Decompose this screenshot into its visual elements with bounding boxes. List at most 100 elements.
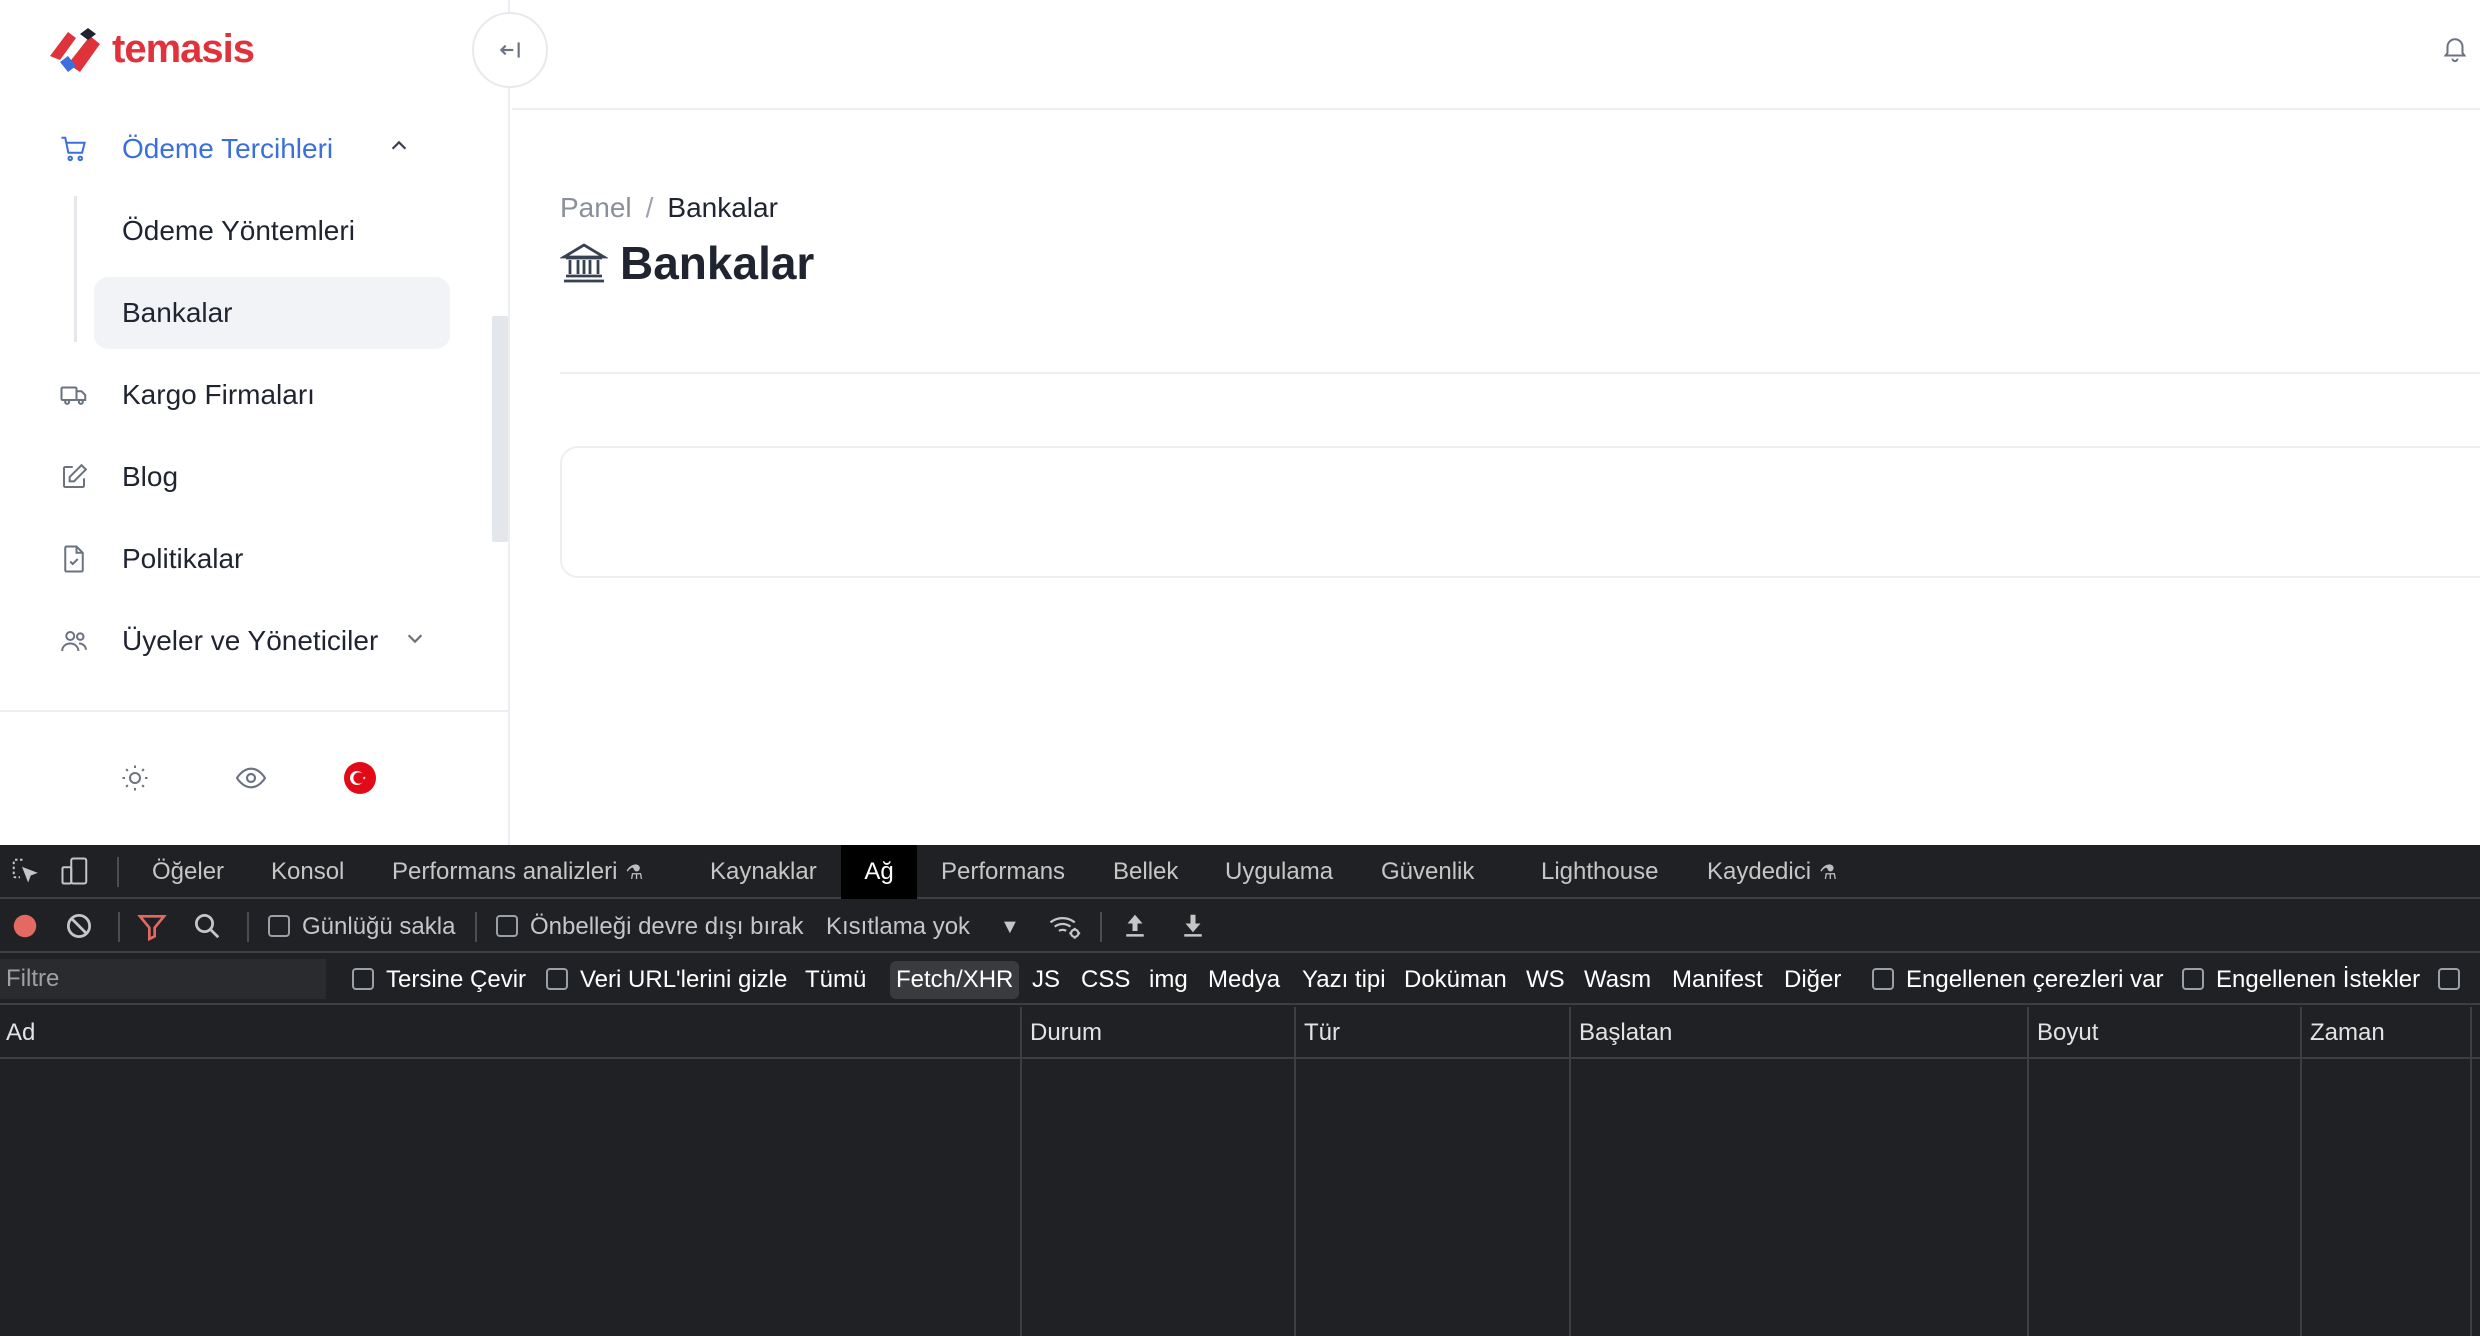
filter-type-css[interactable]: CSS xyxy=(1081,955,1130,1005)
filter-type-other[interactable]: Diğer xyxy=(1784,955,1841,1005)
tab-application[interactable]: Uygulama xyxy=(1219,845,1339,899)
device-toolbar-icon[interactable] xyxy=(60,856,92,888)
sidebar-item-politikalar[interactable]: Politikalar xyxy=(0,522,500,596)
sidebar-item-odeme-tercihleri[interactable]: Ödeme Tercihleri xyxy=(0,112,500,186)
filter-input[interactable] xyxy=(0,959,326,999)
column-header-type[interactable]: Tür xyxy=(1298,1007,1340,1059)
sidebar-item-blog[interactable]: Blog xyxy=(0,440,500,514)
toolbar-separator xyxy=(1100,912,1102,942)
upload-icon[interactable] xyxy=(1120,911,1152,943)
flask-icon: ⚗ xyxy=(625,862,644,884)
filter-type-fetch-xhr[interactable]: Fetch/XHR xyxy=(890,961,1020,999)
bank-icon xyxy=(560,243,608,283)
network-request-table: Ad Durum Tür Başlatan Boyut Zaman xyxy=(0,1007,2480,1336)
tab-console[interactable]: Konsol xyxy=(265,845,350,899)
clear-icon[interactable] xyxy=(64,911,96,943)
hide-data-urls-checkbox[interactable]: Veri URL'lerini gizle xyxy=(546,955,787,1005)
bell-icon[interactable] xyxy=(2440,32,2476,68)
preserve-log-checkbox[interactable]: Günlüğü sakla xyxy=(268,901,455,953)
filter-type-font[interactable]: Yazı tipi xyxy=(1302,955,1386,1005)
download-icon[interactable] xyxy=(1178,911,1210,943)
column-header-name[interactable]: Ad xyxy=(0,1007,35,1059)
sidebar-item-label: Ödeme Tercihleri xyxy=(122,133,334,164)
toolbar-separator xyxy=(118,912,120,942)
invert-checkbox[interactable]: Tersine Çevir xyxy=(352,955,526,1005)
column-header-status[interactable]: Durum xyxy=(1024,1007,1102,1059)
sidebar-item-label: Ödeme Yöntemleri xyxy=(122,215,355,246)
eye-icon[interactable] xyxy=(231,758,271,798)
caret-down-icon[interactable]: ▼ xyxy=(1000,901,1020,953)
sidebar-item-label: Üyeler ve Yöneticiler xyxy=(122,625,379,656)
filter-type-wasm[interactable]: Wasm xyxy=(1584,955,1651,1005)
checkbox[interactable] xyxy=(2182,967,2204,990)
tab-performance[interactable]: Performans xyxy=(935,845,1071,899)
checkbox[interactable] xyxy=(352,967,374,990)
sidebar-item-odeme-yontemleri[interactable]: Ödeme Yöntemleri xyxy=(0,194,500,268)
column-divider[interactable] xyxy=(1294,1007,1296,1336)
tab-performance-insights[interactable]: Performans analizleri ⚗ xyxy=(386,845,649,899)
tab-network[interactable]: Ağ xyxy=(841,845,917,899)
filter-type-js[interactable]: JS xyxy=(1032,955,1060,1005)
sidebar-scrollbar[interactable] xyxy=(492,316,508,542)
tab-security[interactable]: Güvenlik xyxy=(1375,845,1480,899)
column-divider[interactable] xyxy=(2027,1007,2029,1336)
toolbar-separator xyxy=(247,912,249,942)
flask-icon: ⚗ xyxy=(1819,862,1837,884)
sidebar-item-kargo-firmalari[interactable]: Kargo Firmaları xyxy=(0,358,500,432)
tab-memory[interactable]: Bellek xyxy=(1107,845,1184,899)
chevron-down-icon xyxy=(404,627,426,655)
third-party-checkbox[interactable] xyxy=(2438,955,2472,1005)
blocked-requests-checkbox[interactable]: Engellenen İstekler xyxy=(2182,955,2420,1005)
checkbox[interactable] xyxy=(496,914,518,937)
page-title: Bankalar xyxy=(560,236,814,290)
filter-icon[interactable] xyxy=(136,911,168,943)
filter-type-manifest[interactable]: Manifest xyxy=(1672,955,1763,1005)
filter-type-img[interactable]: img xyxy=(1149,955,1188,1005)
throttling-select[interactable]: Kısıtlama yok xyxy=(826,901,970,953)
filter-type-ws[interactable]: WS xyxy=(1526,955,1565,1005)
column-header-size[interactable]: Boyut xyxy=(2031,1007,2098,1059)
column-header-initiator[interactable]: Başlatan xyxy=(1573,1007,1672,1059)
edit-icon xyxy=(56,459,92,495)
brand-logo[interactable]: temasis xyxy=(46,22,255,76)
sidebar-item-label: Kargo Firmaları xyxy=(122,379,315,410)
sidebar-item-uyeler-ve-yoneticiler[interactable]: Üyeler ve Yöneticiler xyxy=(0,604,500,678)
column-divider[interactable] xyxy=(2470,1007,2472,1336)
tab-lighthouse[interactable]: Lighthouse xyxy=(1535,845,1664,899)
turkish-flag-icon[interactable] xyxy=(340,758,380,798)
tab-sources[interactable]: Kaynaklar xyxy=(704,845,823,899)
filter-type-media[interactable]: Medya xyxy=(1208,955,1280,1005)
sidebar-item-bankalar[interactable]: Bankalar xyxy=(0,276,500,350)
tab-recorder[interactable]: Kaydedici ⚗ xyxy=(1701,845,1843,899)
checkbox[interactable] xyxy=(546,967,568,990)
network-filter-bar: Tersine Çevir Veri URL'lerini gizle Tümü… xyxy=(0,955,2480,1005)
column-divider[interactable] xyxy=(1020,1007,1022,1336)
breadcrumb: Panel / Bankalar xyxy=(560,192,778,224)
users-icon xyxy=(56,623,92,659)
breadcrumb-root[interactable]: Panel xyxy=(560,192,632,223)
network-conditions-icon[interactable] xyxy=(1048,911,1081,943)
column-header-time[interactable]: Zaman xyxy=(2304,1007,2385,1059)
column-divider[interactable] xyxy=(2300,1007,2302,1336)
brand-name: temasis xyxy=(112,26,255,71)
devtools-panel: Öğeler Konsol Performans analizleri ⚗ Kay… xyxy=(0,845,2480,1336)
filter-type-document[interactable]: Doküman xyxy=(1404,955,1507,1005)
inspect-element-icon[interactable] xyxy=(10,856,42,888)
breadcrumb-separator: / xyxy=(645,192,654,223)
checkbox[interactable] xyxy=(1872,967,1894,990)
title-divider xyxy=(560,372,2480,374)
checkbox[interactable] xyxy=(2438,967,2460,990)
column-divider[interactable] xyxy=(1569,1007,1571,1336)
checkbox[interactable] xyxy=(268,914,290,937)
tab-elements[interactable]: Öğeler xyxy=(146,845,230,899)
sun-icon[interactable] xyxy=(115,758,155,798)
collapse-sidebar-button[interactable] xyxy=(472,12,548,88)
toolbar-separator xyxy=(475,912,477,942)
blocked-cookies-checkbox[interactable]: Engellenen çerezleri var xyxy=(1872,955,2163,1005)
page-title-text: Bankalar xyxy=(620,237,815,289)
filter-type-all[interactable]: Tümü xyxy=(805,955,866,1005)
record-icon[interactable] xyxy=(10,911,42,943)
disable-cache-checkbox[interactable]: Önbelleği devre dışı bırak xyxy=(496,901,803,953)
search-icon[interactable] xyxy=(192,911,224,943)
sidebar-item-label: Blog xyxy=(122,461,179,492)
